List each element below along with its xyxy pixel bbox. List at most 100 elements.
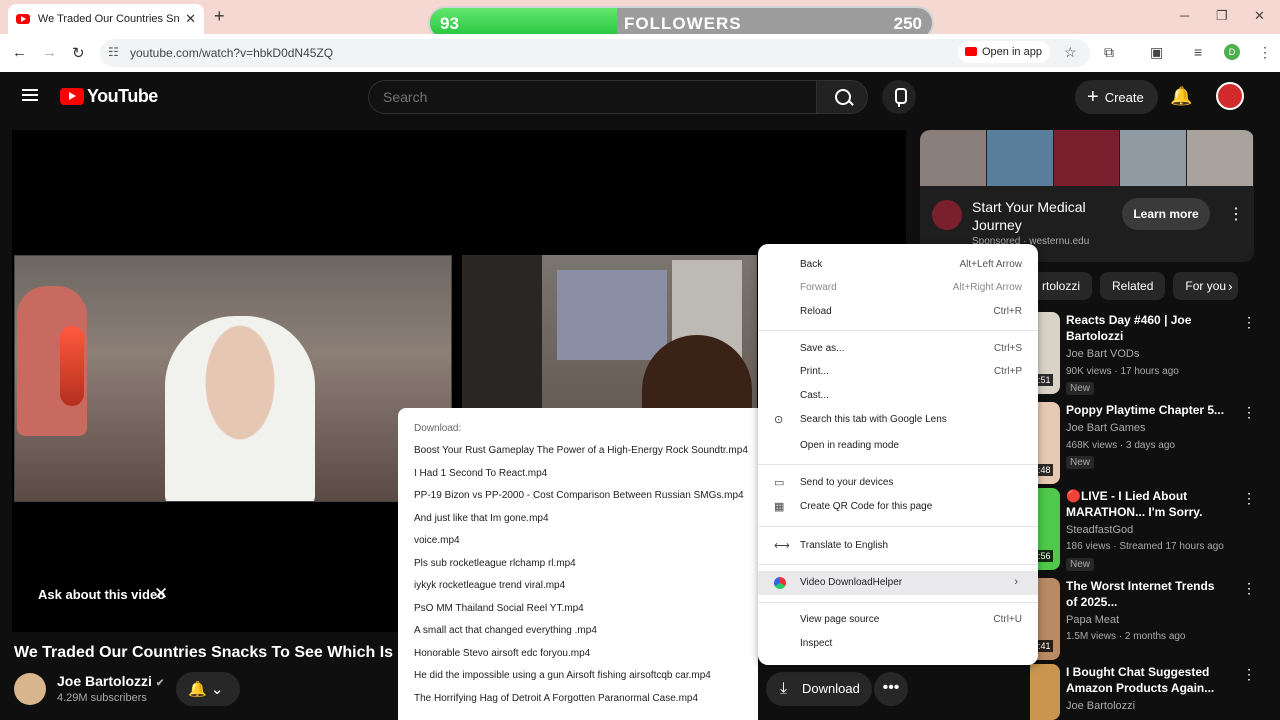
video-title-link[interactable]: Reacts Day #460 | Joe Bartolozzi bbox=[1066, 312, 1226, 344]
ctx-send-devices[interactable]: Send to your devices bbox=[800, 477, 893, 488]
recommended-video[interactable]: :48 Poppy Playtime Chapter 5... Joe Bart… bbox=[1030, 402, 1260, 490]
video-channel[interactable]: Joe Bart Games bbox=[1066, 422, 1145, 434]
video-title-link[interactable]: 🔴LIVE - I Lied About MARATHON... I'm Sor… bbox=[1066, 488, 1226, 520]
download-item[interactable]: A small act that changed everything .mp4 bbox=[414, 625, 597, 636]
channel-avatar[interactable] bbox=[14, 673, 46, 705]
ad-image bbox=[920, 130, 986, 186]
sponsored-ad-card[interactable]: Start Your Medical Journey Sponsored · w… bbox=[920, 130, 1254, 262]
more-actions-icon[interactable]: ••• bbox=[874, 672, 908, 706]
ctx-save-as[interactable]: Save as... bbox=[800, 343, 844, 354]
ad-more-icon[interactable]: ⋮ bbox=[1228, 204, 1244, 224]
channel-name[interactable]: Joe Bartolozzi bbox=[57, 673, 152, 689]
ask-about-video-label[interactable]: Ask about this video bbox=[38, 587, 165, 602]
download-item[interactable]: The Horrifying Hag of Detroit A Forgotte… bbox=[414, 693, 698, 704]
video-title-link[interactable]: I Bought Chat Suggested Amazon Products … bbox=[1066, 664, 1226, 696]
ctx-google-lens[interactable]: Search this tab with Google Lens bbox=[800, 414, 947, 425]
open-in-app-button[interactable]: Open in app bbox=[958, 41, 1050, 63]
youtube-wordmark: YouTube bbox=[87, 86, 158, 106]
video-channel[interactable]: Papa Meat bbox=[1066, 614, 1119, 626]
menu-divider bbox=[758, 564, 1038, 565]
forward-arrow-icon[interactable]: → bbox=[42, 44, 57, 61]
video-title-link[interactable]: The Worst Internet Trends of 2025... bbox=[1066, 578, 1226, 610]
recommended-video[interactable]: I Bought Chat Suggested Amazon Products … bbox=[1030, 664, 1260, 720]
notifications-bell-icon[interactable]: 🔔 bbox=[1170, 86, 1192, 107]
reading-list-icon[interactable]: ▣ bbox=[1150, 44, 1163, 61]
maximize-icon[interactable]: ❐ bbox=[1216, 8, 1228, 24]
download-item[interactable]: I Had 1 Second To React.mp4 bbox=[414, 468, 547, 479]
recommended-video[interactable]: :56 🔴LIVE - I Lied About MARATHON... I'm… bbox=[1030, 488, 1260, 576]
address-bar[interactable]: ☷ youtube.com/watch?v=hbkD0dN45ZQ bbox=[100, 39, 1090, 67]
download-item[interactable]: He did the impossible using a gun Airsof… bbox=[414, 670, 711, 681]
tab-close-icon[interactable]: ✕ bbox=[185, 11, 196, 27]
video-channel[interactable]: Joe Bartolozzi bbox=[1066, 700, 1135, 712]
search-button[interactable] bbox=[816, 80, 868, 114]
download-item[interactable]: Honorable Stevo airsoft edc foryou.mp4 bbox=[414, 648, 590, 659]
menu-hamburger-icon[interactable] bbox=[22, 89, 38, 101]
window-close-icon[interactable]: ✕ bbox=[1254, 8, 1265, 24]
download-item[interactable]: And just like that Im gone.mp4 bbox=[414, 513, 549, 524]
ad-image bbox=[986, 130, 1053, 186]
ctx-reload[interactable]: Reload bbox=[800, 306, 832, 317]
channel-name-row[interactable]: Joe Bartolozzi ✔ bbox=[57, 673, 164, 689]
video-channel[interactable]: Joe Bart VODs bbox=[1066, 348, 1139, 360]
create-button[interactable]: + Create bbox=[1075, 80, 1158, 114]
new-tab-icon[interactable]: + bbox=[214, 6, 225, 27]
ctx-inspect[interactable]: Inspect bbox=[800, 638, 832, 649]
back-arrow-icon[interactable]: ← bbox=[12, 44, 27, 61]
download-item[interactable]: Boost Your Rust Gameplay The Power of a … bbox=[414, 445, 748, 456]
recommended-video[interactable]: :41 The Worst Internet Trends of 2025...… bbox=[1030, 578, 1260, 666]
recommended-video[interactable]: :51 Reacts Day #460 | Joe Bartolozzi Joe… bbox=[1030, 312, 1260, 400]
media-control-icon[interactable]: ≡ bbox=[1194, 44, 1202, 60]
ctx-video-downloadhelper[interactable]: Video DownloadHelper bbox=[800, 577, 902, 588]
learn-more-button[interactable]: Learn more bbox=[1122, 198, 1210, 230]
followers-current: 93 bbox=[440, 14, 459, 33]
youtube-logo[interactable]: YouTube bbox=[60, 86, 158, 107]
ctx-qr-code[interactable]: Create QR Code for this page bbox=[800, 501, 932, 512]
extensions-icon[interactable]: ⧉ bbox=[1104, 44, 1114, 61]
video-title-link[interactable]: Poppy Playtime Chapter 5... bbox=[1066, 402, 1226, 418]
video-more-icon[interactable]: ⋮ bbox=[1242, 490, 1256, 507]
chevron-right-icon[interactable]: › bbox=[1228, 278, 1233, 294]
site-info-icon[interactable]: ☷ bbox=[108, 45, 119, 59]
reload-icon[interactable]: ↻ bbox=[72, 44, 85, 62]
minimize-icon[interactable]: ─ bbox=[1180, 8, 1189, 23]
subscription-bell-button[interactable]: 🔔 ⌄ bbox=[176, 672, 240, 706]
browser-menu-icon[interactable]: ⋮ bbox=[1258, 44, 1272, 61]
search-input[interactable] bbox=[383, 89, 783, 105]
ctx-view-source[interactable]: View page source bbox=[800, 614, 879, 625]
bookmark-star-icon[interactable]: ☆ bbox=[1064, 44, 1077, 61]
create-label: Create bbox=[1104, 89, 1144, 105]
chip-related[interactable]: Related bbox=[1100, 272, 1166, 300]
ctx-cast[interactable]: Cast... bbox=[800, 390, 829, 401]
ctx-back[interactable]: Back bbox=[800, 259, 822, 270]
download-item[interactable]: voice.mp4 bbox=[414, 535, 460, 546]
video-more-icon[interactable]: ⋮ bbox=[1242, 666, 1256, 683]
video-more-icon[interactable]: ⋮ bbox=[1242, 404, 1256, 421]
download-button[interactable]: ⤓ Download bbox=[766, 672, 872, 706]
video-more-icon[interactable]: ⋮ bbox=[1242, 580, 1256, 597]
ctx-print-shortcut: Ctrl+P bbox=[993, 366, 1022, 377]
chip-channel[interactable]: rtolozzi bbox=[1030, 272, 1093, 300]
video-duration: :56 bbox=[1036, 550, 1053, 562]
ask-close-icon[interactable]: ✕ bbox=[154, 584, 168, 604]
video-thumbnail[interactable] bbox=[1030, 664, 1060, 720]
download-item[interactable]: PP-19 Bizon vs PP-2000 - Cost Comparison… bbox=[414, 490, 744, 501]
ctx-reading-mode[interactable]: Open in reading mode bbox=[800, 440, 899, 451]
video-downloadhelper-icon bbox=[774, 577, 786, 589]
download-item[interactable]: Pls sub rocketleague rlchamp rl.mp4 bbox=[414, 558, 576, 569]
ad-logo bbox=[932, 200, 962, 230]
download-item[interactable]: iykyk rocketleague trend viral.mp4 bbox=[414, 580, 565, 591]
video-more-icon[interactable]: ⋮ bbox=[1242, 314, 1256, 331]
profile-avatar[interactable]: D bbox=[1224, 44, 1240, 60]
account-avatar[interactable] bbox=[1216, 82, 1244, 110]
video-meta: 468K views · 3 days ago bbox=[1066, 440, 1175, 451]
ctx-translate[interactable]: Translate to English bbox=[800, 540, 888, 551]
ctx-forward[interactable]: Forward bbox=[800, 282, 837, 293]
voice-search-mic-icon[interactable] bbox=[882, 80, 916, 114]
verified-check-icon: ✔ bbox=[155, 678, 165, 689]
download-item[interactable]: PsO MM Thailand Social Reel YT.mp4 bbox=[414, 603, 584, 614]
google-lens-icon: ⊙ bbox=[774, 414, 784, 426]
ctx-print[interactable]: Print... bbox=[800, 366, 829, 377]
video-channel[interactable]: SteadfastGod bbox=[1066, 524, 1133, 536]
browser-tab[interactable]: We Traded Our Countries Snack ✕ bbox=[8, 4, 204, 34]
